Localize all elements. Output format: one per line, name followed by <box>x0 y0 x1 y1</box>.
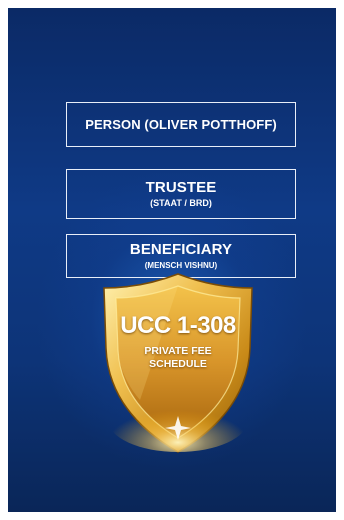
shield-subtitle-line1: PRIVATE FEE <box>144 345 212 357</box>
shield-title: UCC 1-308 <box>120 312 236 339</box>
person-label: PERSON (OLIVER POTTHOFF) <box>85 117 277 132</box>
poster-canvas: PERSON (OLIVER POTTHOFF) TRUSTEE (STAAT … <box>8 8 336 512</box>
person-box: PERSON (OLIVER POTTHOFF) <box>66 102 296 147</box>
beneficiary-label: BENEFICIARY <box>129 241 233 258</box>
trustee-label: TRUSTEE <box>145 179 217 196</box>
trustee-sublabel: (STAAT / BRD) <box>150 198 212 208</box>
shield-subtitle-line2: SCHEDULE <box>149 358 207 370</box>
shield-emblem: UCC 1-308 PRIVATE FEE SCHEDULE <box>92 270 264 456</box>
trustee-box: TRUSTEE (STAAT / BRD) <box>66 169 296 219</box>
